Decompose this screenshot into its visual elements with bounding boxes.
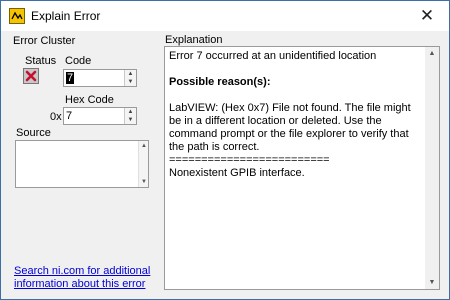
status-indicator[interactable]: [23, 68, 39, 84]
explain-error-window: Explain Error ✕ Error Cluster Status Cod…: [0, 0, 450, 300]
spin-down-icon[interactable]: ▼: [125, 78, 136, 86]
scroll-up-icon[interactable]: ▲: [139, 143, 149, 149]
hex-code-value: 7: [66, 110, 73, 122]
possible-reasons-heading: Possible reason(s):: [169, 76, 271, 88]
code-value: 7: [66, 72, 75, 84]
scroll-up-icon[interactable]: ▲: [425, 50, 439, 57]
explanation-heading: Explanation: [165, 34, 223, 46]
search-ni-link[interactable]: Search ni.com for additional: [14, 265, 150, 277]
code-label: Code: [65, 55, 92, 67]
source-scrollbar[interactable]: ▲ ▼: [138, 141, 148, 187]
explanation-line: Nonexistent GPIB interface.: [169, 167, 305, 179]
scroll-down-icon[interactable]: ▼: [139, 179, 149, 185]
source-field[interactable]: ▲ ▼: [15, 140, 149, 188]
close-icon: ✕: [419, 6, 435, 25]
title-bar: Explain Error ✕: [1, 1, 449, 31]
explanation-line: Error 7 occurred at an unidentified loca…: [169, 50, 377, 62]
hex-code-field[interactable]: 7 ▲ ▼: [63, 107, 137, 125]
spin-up-icon[interactable]: ▲: [125, 70, 136, 78]
scroll-down-icon[interactable]: ▼: [425, 279, 439, 286]
explanation-text-area[interactable]: Error 7 occurred at an unidentified loca…: [164, 46, 440, 290]
status-label: Status: [25, 55, 57, 67]
code-field[interactable]: 7 ▲ ▼: [63, 69, 137, 87]
window-title: Explain Error: [31, 9, 101, 23]
hex-code-label: Hex Code: [65, 94, 114, 106]
spin-down-icon[interactable]: ▼: [125, 116, 136, 124]
explanation-paragraph: LabVIEW: (Hex 0x7) File not found. The f…: [169, 102, 411, 153]
separator-line: =========================: [169, 154, 330, 166]
source-label: Source: [16, 127, 51, 139]
code-stepper[interactable]: ▲ ▼: [124, 70, 136, 86]
hex-code-stepper[interactable]: ▲ ▼: [124, 108, 136, 124]
explanation-content: Error 7 occurred at an unidentified loca…: [169, 50, 424, 180]
hex-prefix: 0x: [50, 111, 62, 123]
labview-icon: [9, 8, 25, 24]
explanation-scrollbar[interactable]: ▲ ▼: [425, 47, 439, 289]
close-button[interactable]: ✕: [405, 1, 449, 31]
search-ni-link-line2[interactable]: information about this error: [14, 278, 145, 290]
spin-up-icon[interactable]: ▲: [125, 108, 136, 116]
error-cluster-heading: Error Cluster: [13, 35, 76, 47]
error-x-icon: [25, 70, 37, 82]
